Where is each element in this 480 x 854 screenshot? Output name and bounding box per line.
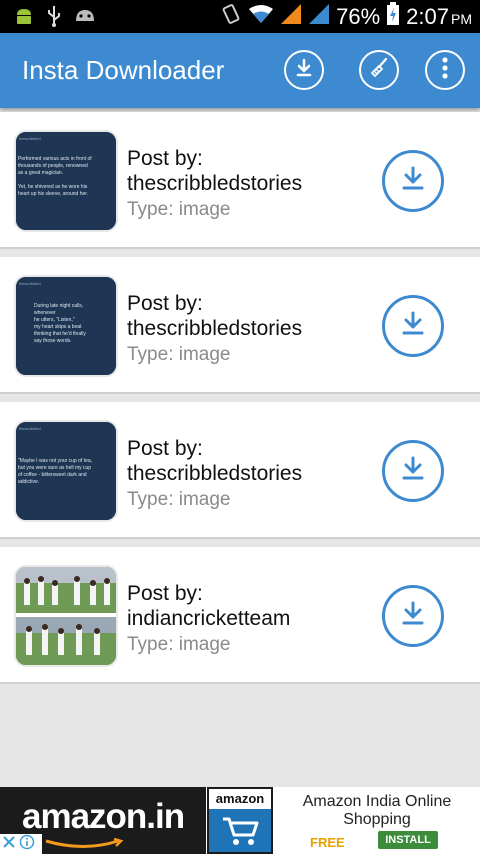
download-post-button[interactable] xyxy=(382,585,444,647)
list-item: thescribbled During late night calls, wh… xyxy=(0,257,480,394)
post-by-label: Post by: xyxy=(127,292,203,315)
download-icon xyxy=(397,598,429,635)
android-debug-icon xyxy=(74,7,96,30)
post-type: Type: image xyxy=(127,344,231,365)
thumb-line: During late night calls, xyxy=(34,303,83,309)
ad-headline: Amazon India Online Shopping xyxy=(302,793,452,828)
post-author: thescribbledstories xyxy=(127,172,303,195)
thumb-line: Performed various acts in front of xyxy=(18,156,92,162)
app-bar: Insta Downloader xyxy=(0,33,480,108)
thumb-line: he utters, "Listen," xyxy=(34,317,75,323)
signal-icon xyxy=(308,3,330,30)
broom-icon xyxy=(367,56,391,85)
post-by-label: Post by: xyxy=(127,582,203,605)
post-thumbnail xyxy=(14,565,118,667)
thumb-line: of coffee - bittersweet dark and xyxy=(18,472,87,478)
notification-icons xyxy=(14,5,96,32)
thumb-line: but you were sure as hell my cup xyxy=(18,465,91,471)
thumb-line: "Maybe I was not your cup of tea, xyxy=(18,458,92,464)
download-post-button[interactable] xyxy=(382,440,444,502)
thumb-header: thescribbled xyxy=(19,281,41,286)
thumb-line: whenever xyxy=(34,310,56,316)
download-icon xyxy=(397,308,429,345)
ad-banner[interactable]: amazon.in amazon Amazon India Online Sho… xyxy=(0,787,480,854)
ad-logo-label: amazon xyxy=(209,789,271,809)
thumb-line: as a great magician. xyxy=(18,170,63,176)
signal-icon xyxy=(280,3,302,30)
clock-ampm: PM xyxy=(451,10,472,27)
vibrate-icon xyxy=(220,3,242,30)
amazon-smile-icon xyxy=(44,837,124,854)
battery-icon xyxy=(386,2,400,31)
clock: 2:07 PM xyxy=(406,4,472,30)
app-title: Insta Downloader xyxy=(22,55,225,85)
thumb-line: my heart skips a beat xyxy=(34,324,82,330)
post-author: thescribbledstories xyxy=(127,317,303,340)
download-icon xyxy=(293,57,315,84)
android-icon xyxy=(14,6,34,31)
system-status: 76% 2:07 PM xyxy=(220,0,472,33)
download-post-button[interactable] xyxy=(382,150,444,212)
post-thumbnail: thescribbled "Maybe I was not your cup o… xyxy=(14,420,118,522)
thumb-line: thousands of people, renowned xyxy=(18,163,88,169)
ad-choices[interactable] xyxy=(0,834,42,854)
list-item: Post by: indiancricketteam Type: image xyxy=(0,547,480,684)
download-icon xyxy=(397,453,429,490)
clock-time: 2:07 xyxy=(406,3,449,29)
thumb-line: say those words. xyxy=(34,338,72,344)
download-icon xyxy=(397,163,429,200)
list-item: thescribbled "Maybe I was not your cup o… xyxy=(0,402,480,539)
battery-percent: 76% xyxy=(336,3,381,29)
download-all-button[interactable] xyxy=(284,50,324,90)
more-icon xyxy=(441,56,449,85)
post-type: Type: image xyxy=(127,199,231,220)
ad-brand: amazon.in xyxy=(22,797,185,836)
close-icon[interactable] xyxy=(2,835,16,854)
usb-icon xyxy=(46,5,62,32)
wifi-icon xyxy=(248,3,274,30)
post-type: Type: image xyxy=(127,634,231,655)
cart-icon xyxy=(209,809,271,852)
download-post-button[interactable] xyxy=(382,295,444,357)
status-bar: 76% 2:07 PM xyxy=(0,0,480,33)
thumb-line: addictive. xyxy=(18,479,39,485)
post-list: thescribbled Performed various acts in f… xyxy=(0,112,480,692)
ad-install-button[interactable]: INSTALL xyxy=(378,831,438,849)
post-author: indiancricketteam xyxy=(127,607,291,630)
post-thumbnail: thescribbled Performed various acts in f… xyxy=(14,130,118,232)
ad-app-logo: amazon xyxy=(207,787,273,854)
thumb-header: thescribbled xyxy=(19,136,41,141)
ad-price: FREE xyxy=(310,835,345,850)
post-author: thescribbledstories xyxy=(127,462,303,485)
list-item: thescribbled Performed various acts in f… xyxy=(0,112,480,249)
post-by-label: Post by: xyxy=(127,437,203,460)
overflow-menu-button[interactable] xyxy=(425,50,465,90)
thumb-line: Yet, he shivered as he wore his xyxy=(18,184,88,190)
post-type: Type: image xyxy=(127,489,231,510)
post-by-label: Post by: xyxy=(127,147,203,170)
info-icon[interactable] xyxy=(19,834,35,854)
clear-button[interactable] xyxy=(359,50,399,90)
thumb-line: heart up his sleeve, around her. xyxy=(18,191,88,197)
thumb-line: thinking that he'd finally xyxy=(34,331,86,337)
post-thumbnail: thescribbled During late night calls, wh… xyxy=(14,275,118,377)
thumb-header: thescribbled xyxy=(19,426,41,431)
